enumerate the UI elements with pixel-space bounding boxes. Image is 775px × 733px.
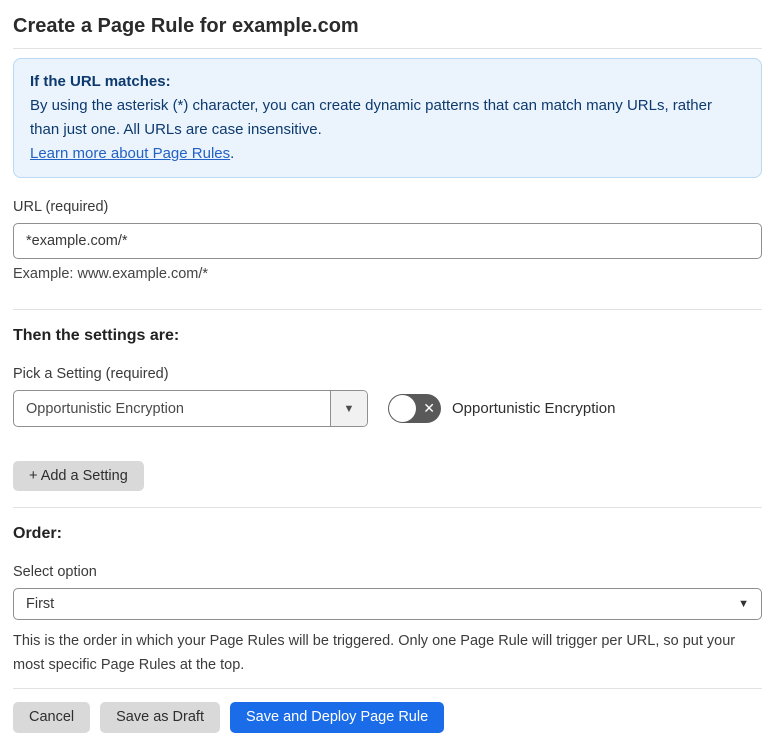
page-title: Create a Page Rule for example.com [13, 15, 359, 37]
order-help-text: This is the order in which your Page Rul… [13, 633, 736, 673]
url-input[interactable] [13, 223, 762, 259]
title-divider [13, 48, 762, 49]
toggle-label: Opportunistic Encryption [452, 400, 616, 417]
select-chevron-down-icon: ▼ [738, 598, 749, 610]
url-matches-info-box: If the URL matches: By using the asteris… [13, 58, 762, 178]
settings-divider [13, 309, 762, 310]
order-heading: Order: [13, 525, 62, 542]
order-select[interactable]: First ▼ [13, 588, 762, 620]
order-select-value: First [26, 596, 55, 612]
toggle-knob [389, 395, 416, 422]
create-page-rule-form: Create a Page Rule for example.com If th… [0, 13, 775, 733]
setting-dropdown[interactable]: Opportunistic Encryption ▼ [13, 390, 368, 427]
setting-row: Opportunistic Encryption ▼ ✕ Opportunist… [13, 390, 762, 427]
setting-dropdown-button[interactable]: ▼ [330, 391, 367, 426]
order-divider [13, 507, 762, 508]
settings-heading: Then the settings are: [13, 327, 180, 344]
cancel-button[interactable]: Cancel [13, 702, 91, 733]
chevron-down-icon: ▼ [343, 402, 355, 415]
add-setting-button[interactable]: + Add a Setting [13, 461, 144, 491]
save-and-deploy-button[interactable]: Save and Deploy Page Rule [229, 702, 445, 733]
footer-actions: Cancel Save as Draft Save and Deploy Pag… [13, 702, 762, 733]
url-example-helper: Example: www.example.com/* [13, 266, 209, 282]
link-suffix: . [230, 145, 235, 162]
learn-more-link[interactable]: Learn more about Page Rules [30, 145, 230, 162]
save-as-draft-button[interactable]: Save as Draft [100, 702, 220, 733]
footer-divider [13, 688, 762, 689]
opportunistic-encryption-toggle-group: ✕ Opportunistic Encryption [388, 394, 615, 423]
setting-dropdown-value: Opportunistic Encryption [26, 400, 184, 417]
order-select-label: Select option [13, 564, 97, 580]
info-box-heading: If the URL matches: [30, 73, 171, 90]
opportunistic-encryption-toggle[interactable]: ✕ [388, 394, 441, 423]
info-box-body: By using the asterisk (*) character, you… [30, 97, 712, 138]
url-field-label: URL (required) [13, 199, 109, 215]
info-box-link-line: Learn more about Page Rules. [30, 142, 745, 166]
pick-setting-label: Pick a Setting (required) [13, 366, 169, 382]
toggle-off-x-icon: ✕ [423, 400, 435, 416]
